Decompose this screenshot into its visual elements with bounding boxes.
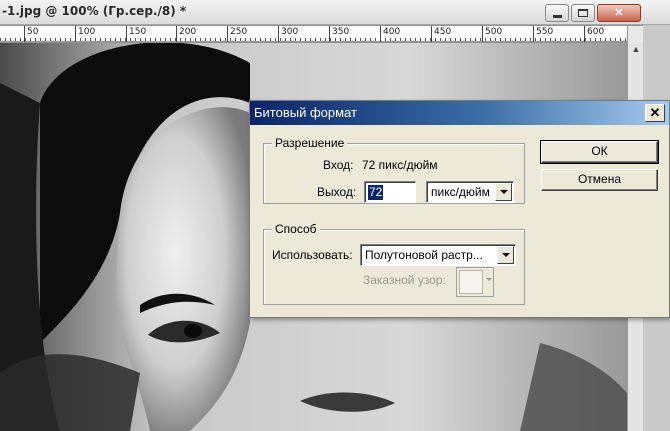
ruler-tick [482, 26, 483, 42]
ruler-tick [329, 26, 330, 42]
ruler-label: 350 [332, 27, 350, 37]
maximize-icon [578, 9, 588, 17]
custom-pattern-label: Заказной узор: [363, 273, 446, 287]
input-resolution-label: Вход: [323, 158, 354, 172]
ruler-label: 200 [179, 27, 197, 37]
ruler-label: 600 [587, 27, 605, 37]
chevron-down-icon [500, 190, 508, 194]
maximize-button[interactable] [571, 4, 595, 22]
output-resolution-input[interactable]: 72 [364, 181, 416, 203]
method-select[interactable]: Полутоновой растр... [360, 244, 516, 266]
output-unit-value: пикс/дюйм [431, 185, 490, 199]
dialog-title: Битовый формат [254, 105, 357, 120]
method-value: Полутоновой растр... [365, 248, 483, 262]
minimize-icon [552, 14, 562, 18]
ok-button[interactable]: ОК [540, 140, 659, 164]
ruler-label: 250 [230, 27, 248, 37]
output-unit-select[interactable]: пикс/дюйм [426, 181, 514, 203]
cancel-button[interactable]: Отмена [541, 169, 658, 191]
ruler-tick [431, 26, 432, 42]
ruler-tick [533, 26, 534, 42]
ruler-tick [126, 26, 127, 42]
ruler-label: 500 [485, 27, 503, 37]
ruler-tick [278, 26, 279, 42]
window-close-button[interactable]: ✕ [597, 4, 641, 22]
chevron-down-icon [486, 278, 492, 281]
horizontal-ruler[interactable]: 50 100 150 200 250 300 350 400 450 500 5… [0, 26, 627, 42]
output-resolution-value: 72 [368, 185, 384, 200]
use-label: Использовать: [272, 248, 353, 262]
ruler-corner [627, 26, 643, 42]
ruler-label: 450 [434, 27, 452, 37]
ruler-tick [227, 26, 228, 42]
resolution-legend: Разрешение [272, 136, 348, 150]
ruler-label: 550 [536, 27, 554, 37]
ruler-label: 100 [78, 27, 96, 37]
dialog-titlebar[interactable]: Битовый формат ✕ [250, 101, 669, 125]
input-resolution-value: 72 пикс/дюйм [362, 158, 438, 172]
custom-pattern-picker [456, 267, 494, 297]
minimize-button[interactable] [545, 4, 569, 22]
ruler-tick [380, 26, 381, 42]
pattern-swatch [459, 270, 483, 294]
method-legend: Способ [272, 222, 320, 236]
output-unit-dropdown-button[interactable] [495, 183, 512, 201]
ruler-label: 150 [129, 27, 147, 37]
dialog-close-button[interactable]: ✕ [645, 104, 665, 122]
document-title: -1.jpg @ 100% (Гр.сер./8) * [2, 4, 187, 18]
ruler-label: 400 [383, 27, 401, 37]
ruler-tick [24, 26, 25, 42]
close-icon: ✕ [649, 105, 661, 120]
chevron-down-icon [502, 253, 510, 257]
ruler-tick [75, 26, 76, 42]
bitmap-dialog: Битовый формат ✕ Разрешение Вход: 72 пик… [249, 100, 670, 318]
document-titlebar: -1.jpg @ 100% (Гр.сер./8) * ✕ [0, 0, 670, 25]
method-dropdown-button[interactable] [497, 246, 514, 264]
ruler-label: 50 [27, 27, 39, 37]
ruler-label: 300 [281, 27, 299, 37]
ruler-tick [584, 26, 585, 42]
scroll-up-arrow-icon[interactable]: ▲ [628, 44, 644, 58]
close-icon: ✕ [614, 6, 624, 19]
ruler-tick [176, 26, 177, 42]
output-resolution-label: Выход: [317, 185, 357, 199]
